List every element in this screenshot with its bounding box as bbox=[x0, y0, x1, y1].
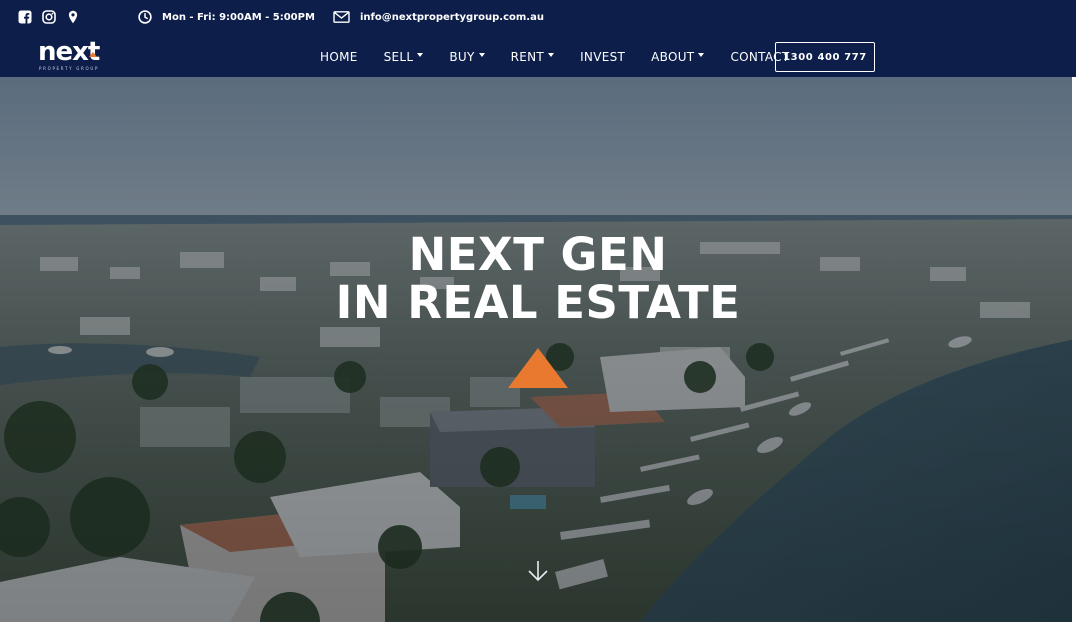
logo[interactable]: next PROPERTY GROUP bbox=[38, 38, 118, 72]
hero-heading-line2: IN REAL ESTATE bbox=[335, 276, 741, 329]
page: Mon - Fri: 9:00AM - 5:00PM info@nextprop… bbox=[0, 0, 1076, 622]
envelope-icon bbox=[333, 10, 350, 24]
hero-section: NEXT GEN IN REAL ESTATE bbox=[0, 77, 1076, 622]
nav-item-label: SELL bbox=[383, 50, 414, 64]
nav-item-label: ABOUT bbox=[651, 50, 695, 64]
phone-button[interactable]: 1300 400 777 bbox=[775, 42, 875, 72]
facebook-icon[interactable] bbox=[18, 10, 32, 24]
logo-roof-icon bbox=[89, 52, 97, 57]
instagram-icon[interactable] bbox=[42, 10, 56, 24]
nav-item-sell[interactable]: SELL bbox=[384, 50, 424, 64]
nav-item-home[interactable]: HOME bbox=[320, 50, 358, 64]
nav-item-label: INVEST bbox=[580, 50, 626, 64]
scrollbar-track[interactable] bbox=[1072, 77, 1076, 622]
nav-item-about[interactable]: ABOUT bbox=[651, 50, 705, 64]
hero-heading-line1: NEXT GEN bbox=[408, 228, 668, 281]
top-bar: Mon - Fri: 9:00AM - 5:00PM info@nextprop… bbox=[0, 0, 1076, 34]
clock-icon bbox=[138, 10, 152, 24]
nav-item-invest[interactable]: INVEST bbox=[580, 50, 625, 64]
social-links bbox=[18, 10, 80, 24]
roof-accent-icon bbox=[508, 348, 568, 388]
nav-item-label: BUY bbox=[449, 50, 475, 64]
caret-down-icon bbox=[478, 53, 485, 57]
nav-item-buy[interactable]: BUY bbox=[449, 50, 485, 64]
nav-item-label: HOME bbox=[320, 50, 358, 64]
logo-tagline: PROPERTY GROUP bbox=[39, 66, 100, 71]
caret-down-icon bbox=[548, 53, 555, 57]
location-pin-icon[interactable] bbox=[66, 10, 80, 24]
hero-heading: NEXT GEN IN REAL ESTATE bbox=[0, 231, 1076, 327]
hours-text: Mon - Fri: 9:00AM - 5:00PM bbox=[162, 11, 315, 23]
opening-hours: Mon - Fri: 9:00AM - 5:00PM bbox=[138, 10, 315, 24]
site-header: Mon - Fri: 9:00AM - 5:00PM info@nextprop… bbox=[0, 0, 1076, 77]
caret-down-icon bbox=[698, 53, 705, 57]
contact-email[interactable]: info@nextpropertygroup.com.au bbox=[333, 10, 544, 24]
arrow-down-icon[interactable] bbox=[526, 559, 550, 583]
email-link[interactable]: info@nextpropertygroup.com.au bbox=[360, 12, 544, 23]
main-nav: HOME SELL BUY RENT INVEST ABOUT CONTACT bbox=[320, 42, 815, 72]
nav-item-label: RENT bbox=[510, 50, 545, 64]
caret-down-icon bbox=[417, 53, 424, 57]
nav-item-rent[interactable]: RENT bbox=[510, 50, 555, 64]
